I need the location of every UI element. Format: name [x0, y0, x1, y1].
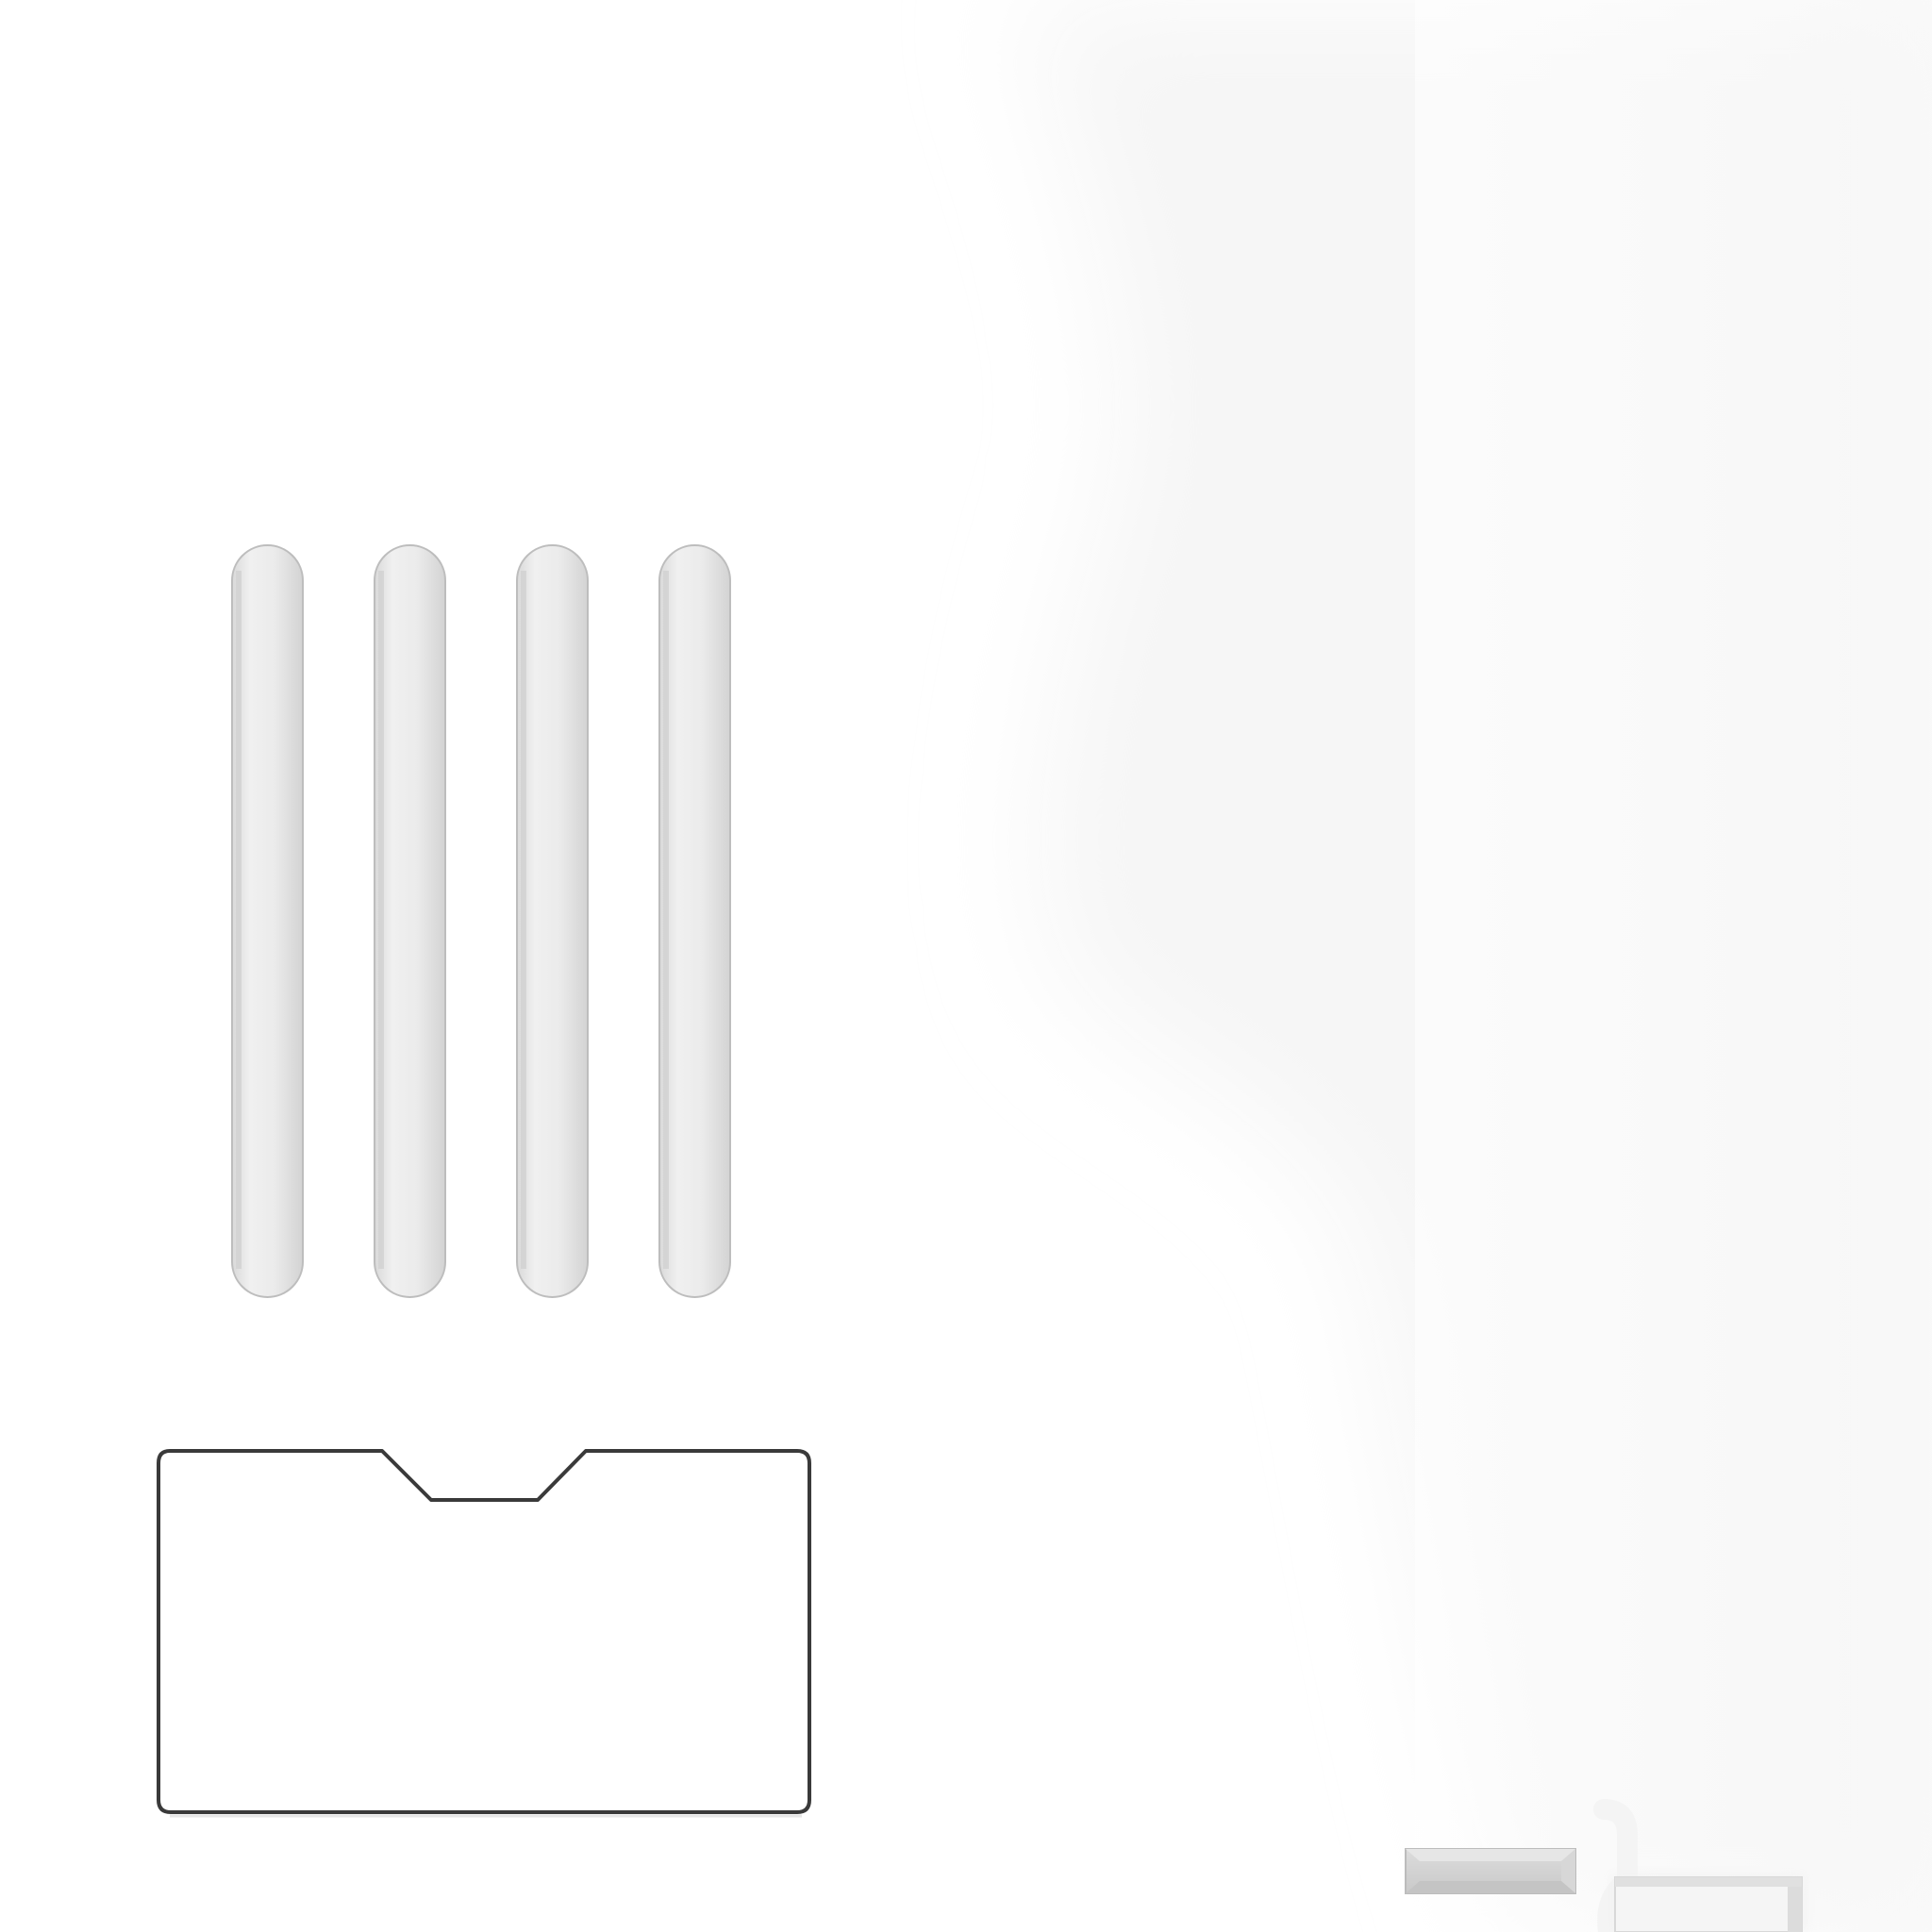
device-part-illustration	[157, 544, 1806, 1932]
illustration-stage	[0, 0, 1932, 1932]
contact-pin-3	[516, 544, 589, 1298]
card-slot-outline	[157, 1449, 811, 1818]
usb-port-part	[1611, 1875, 1806, 1932]
contact-pin-4	[658, 544, 731, 1298]
contact-pin-1	[231, 544, 304, 1298]
contact-pin-2	[374, 544, 446, 1298]
sim-tray-part	[1405, 1799, 1638, 1932]
